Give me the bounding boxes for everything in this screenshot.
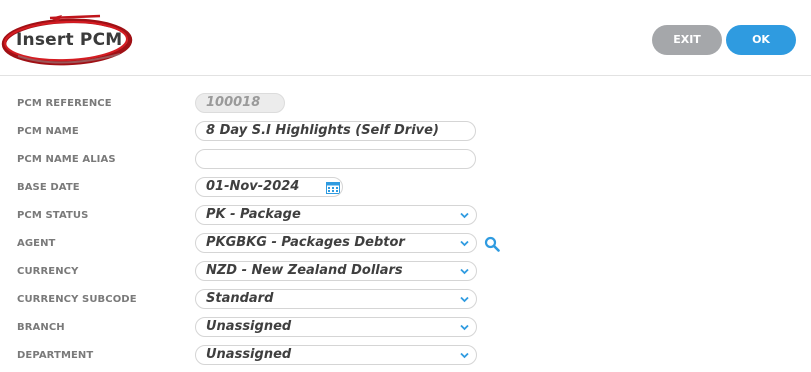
row-pcm-name-alias: PCM NAME ALIAS (0, 146, 811, 174)
department-select[interactable]: Unassigned (195, 345, 477, 365)
branch-select[interactable]: Unassigned (195, 317, 477, 337)
page-header: Insert PCM EXIT OK (0, 0, 811, 76)
row-currency-subcode: CURRENCY SUBCODE Standard (0, 286, 811, 314)
row-agent: AGENT PKGBKG - Packages Debtor (0, 230, 811, 258)
currency-subcode-select[interactable]: Standard (195, 289, 477, 309)
pcm-name-input[interactable]: 8 Day S.I Highlights (Self Drive) (195, 121, 476, 141)
currency-subcode-value: Standard (206, 291, 274, 306)
base-date-input[interactable]: 01-Nov-2024 (195, 177, 343, 197)
pcm-status-label: PCM STATUS (17, 210, 89, 221)
row-pcm-name: PCM NAME 8 Day S.I Highlights (Self Driv… (0, 118, 811, 146)
agent-value: PKGBKG - Packages Debtor (206, 235, 405, 250)
agent-label: AGENT (17, 238, 56, 249)
department-label: DEPARTMENT (17, 350, 94, 361)
chevron-down-icon (460, 212, 469, 219)
base-date-label: BASE DATE (17, 182, 80, 193)
pcm-reference-label: PCM REFERENCE (17, 98, 112, 109)
pcm-reference-field: 100018 (195, 93, 285, 113)
chevron-down-icon (460, 296, 469, 303)
chevron-down-icon (460, 268, 469, 275)
calendar-icon[interactable] (326, 181, 340, 194)
currency-value: NZD - New Zealand Dollars (206, 263, 403, 278)
ok-button[interactable]: OK (726, 25, 796, 55)
row-pcm-status: PCM STATUS PK - Package (0, 202, 811, 230)
currency-subcode-label: CURRENCY SUBCODE (17, 294, 137, 305)
chevron-down-icon (460, 240, 469, 247)
page-title: Insert PCM (16, 30, 123, 50)
row-base-date: BASE DATE 01-Nov-2024 (0, 174, 811, 202)
base-date-value: 01-Nov-2024 (206, 179, 300, 194)
chevron-down-icon (460, 324, 469, 331)
pcm-name-alias-input[interactable] (195, 149, 476, 169)
pcm-name-label: PCM NAME (17, 126, 79, 137)
row-pcm-reference: PCM REFERENCE 100018 (0, 90, 811, 118)
branch-label: BRANCH (17, 322, 65, 333)
exit-button[interactable]: EXIT (652, 25, 722, 55)
row-branch: BRANCH Unassigned (0, 314, 811, 342)
currency-select[interactable]: NZD - New Zealand Dollars (195, 261, 477, 281)
row-currency: CURRENCY NZD - New Zealand Dollars (0, 258, 811, 286)
department-value: Unassigned (206, 347, 292, 362)
search-icon[interactable] (484, 236, 500, 252)
branch-value: Unassigned (206, 319, 292, 334)
agent-select[interactable]: PKGBKG - Packages Debtor (195, 233, 477, 253)
chevron-down-icon (460, 352, 469, 359)
pcm-name-alias-label: PCM NAME ALIAS (17, 154, 116, 165)
pcm-status-value: PK - Package (206, 207, 301, 222)
currency-label: CURRENCY (17, 266, 79, 277)
pcm-status-select[interactable]: PK - Package (195, 205, 477, 225)
title-area: Insert PCM (0, 10, 140, 72)
row-department: DEPARTMENT Unassigned (0, 342, 811, 370)
